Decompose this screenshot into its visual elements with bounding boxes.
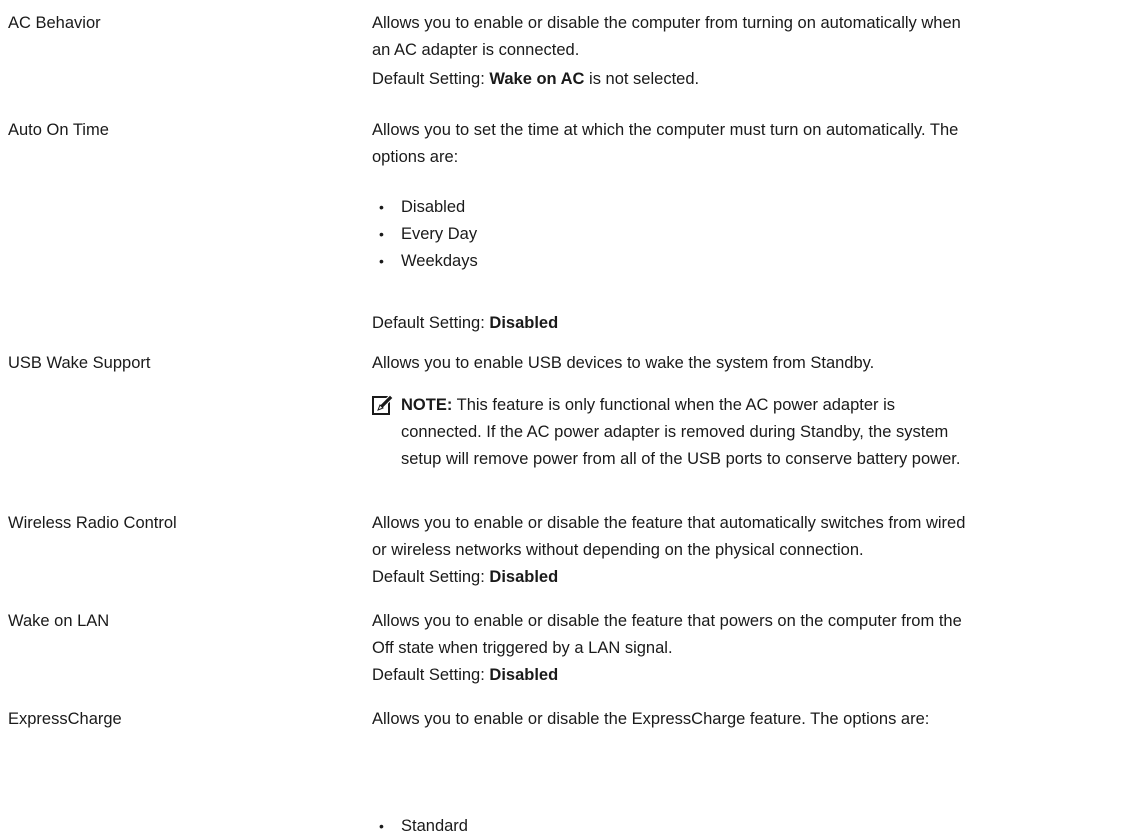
- description-line: Allows you to set the time at which the …: [372, 121, 959, 139]
- list-item: Standard: [372, 813, 468, 840]
- option-description: Allows you to enable USB devices to wake…: [372, 350, 1140, 377]
- description-line: options are:: [372, 148, 459, 166]
- option-description: Allows you to set the time at which the …: [372, 117, 1140, 171]
- note-pencil-icon: [372, 394, 394, 415]
- note-block: NOTE: This feature is only functional wh…: [401, 392, 1143, 473]
- option-name: Auto On Time: [8, 121, 109, 139]
- description-line: Off state when triggered by a LAN signal…: [372, 639, 673, 657]
- description-line: Allows you to enable USB devices to wake…: [372, 354, 875, 372]
- default-value: Disabled: [489, 314, 559, 332]
- note-line: This feature is only functional when the…: [452, 396, 896, 414]
- list-item: Disabled: [372, 194, 478, 221]
- option-name: USB Wake Support: [8, 354, 151, 372]
- description-line: Allows you to enable or disable the comp…: [372, 14, 961, 32]
- option-name: Wireless Radio Control: [8, 514, 177, 532]
- option-name: ExpressCharge: [8, 710, 122, 728]
- description-line: an AC adapter is connected.: [372, 41, 580, 59]
- default-suffix: is not selected.: [584, 70, 700, 88]
- default-label: Default Setting:: [372, 314, 490, 332]
- list-item: Weekdays: [372, 248, 478, 275]
- default-setting: Default Setting: Disabled: [372, 310, 1140, 337]
- option-description: Allows you to enable or disable the Expr…: [372, 706, 1140, 733]
- description-line: Allows you to enable or disable the feat…: [372, 612, 962, 630]
- default-value: Wake on AC: [489, 70, 585, 88]
- option-name: AC Behavior: [8, 14, 101, 32]
- default-label: Default Setting:: [372, 568, 490, 586]
- list-item: Every Day: [372, 221, 478, 248]
- default-setting: Default Setting: Wake on AC is not selec…: [372, 66, 1140, 93]
- description-line: Allows you to enable or disable the feat…: [372, 514, 966, 532]
- option-description: Allows you to enable or disable the feat…: [372, 510, 1140, 591]
- default-value: Disabled: [489, 568, 559, 586]
- note-line: setup will remove power from all of the …: [401, 450, 961, 468]
- default-label: Default Setting:: [372, 70, 490, 88]
- note-line: connected. If the AC power adapter is re…: [401, 423, 949, 441]
- description-line: or wireless networks without depending o…: [372, 541, 864, 559]
- option-name: Wake on LAN: [8, 612, 110, 630]
- default-label: Default Setting:: [372, 666, 490, 684]
- description-line: Allows you to enable or disable the Expr…: [372, 710, 930, 728]
- default-value: Disabled: [489, 666, 559, 684]
- options-list: Disabled Every Day Weekdays: [372, 194, 478, 275]
- default-setting: Default Setting: Disabled: [372, 662, 1140, 689]
- options-list: Standard: [372, 813, 468, 840]
- option-description: Allows you to enable or disable the feat…: [372, 608, 1140, 689]
- option-description: Allows you to enable or disable the comp…: [372, 10, 1140, 93]
- note-label: NOTE:: [401, 396, 453, 414]
- default-setting: Default Setting: Disabled: [372, 564, 1140, 591]
